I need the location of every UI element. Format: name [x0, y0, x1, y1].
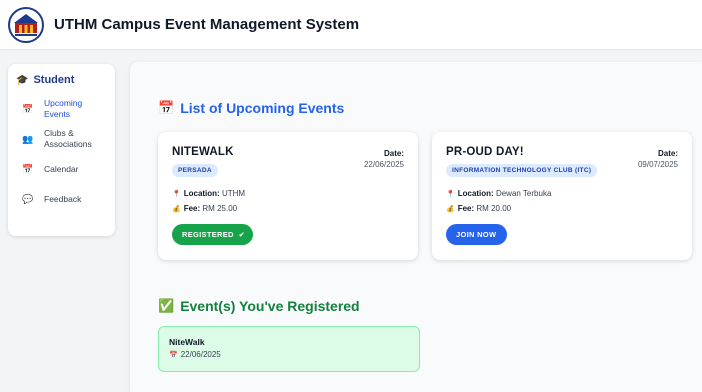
- sidebar: 🎓 Student 📅 Upcoming Events 👥 Clubs & As…: [8, 64, 115, 236]
- event-card: NITEWALK PERSADA Date: 22/06/2025 📍 Locat…: [158, 132, 418, 260]
- sidebar-item-calendar[interactable]: 📅 Calendar: [16, 154, 107, 184]
- date-label: Date:: [657, 149, 678, 158]
- fee-label: Fee:: [183, 204, 201, 213]
- date-value: 22/06/2025: [363, 160, 404, 169]
- registered-event-name: NiteWalk: [169, 337, 205, 347]
- people-icon: 👥: [22, 133, 34, 144]
- event-card: PR-OUD DAY! INFORMATION TECHNOLOGY CLUB …: [432, 132, 692, 260]
- date-value: 09/07/2025: [637, 160, 678, 169]
- sidebar-heading-label: Student: [33, 74, 75, 86]
- date-label: Date:: [383, 149, 404, 158]
- upcoming-events-title-text: List of Upcoming Events: [180, 100, 345, 116]
- registered-button[interactable]: REGISTERED ✔: [172, 224, 253, 245]
- registered-event-card[interactable]: NiteWalk 📅 22/06/2025: [158, 326, 420, 372]
- sidebar-item-feedback[interactable]: 💬 Feedback: [16, 184, 107, 214]
- join-now-button[interactable]: JOIN NOW: [446, 224, 507, 245]
- location-value: UTHM: [221, 189, 246, 198]
- sidebar-item-upcoming-events[interactable]: 📅 Upcoming Events: [16, 94, 107, 124]
- main-content: 📅 List of Upcoming Events NITEWALK PERSA…: [130, 62, 702, 392]
- registered-event-date-value: 22/06/2025: [180, 350, 221, 359]
- calendar-icon: 📅: [22, 103, 34, 114]
- money-bag-icon: 💰: [172, 206, 181, 213]
- registered-button-label: REGISTERED: [182, 230, 234, 239]
- uthm-logo[interactable]: [8, 6, 44, 43]
- location-pin-icon: 📍: [172, 191, 181, 198]
- sidebar-item-label: Feedback: [44, 193, 82, 204]
- check-box-icon: ✅: [158, 298, 175, 313]
- fee-value: RM 25.00: [202, 204, 238, 213]
- speech-bubble-icon: 💬: [22, 193, 34, 204]
- top-bar: UTHM Campus Event Management System: [0, 0, 702, 50]
- club-badge: INFORMATION TECHNOLOGY CLUB (ITC): [446, 164, 598, 177]
- event-meta: 📍 Location: UTHM 💰 Fee: RM 25.00: [172, 187, 404, 217]
- sidebar-item-label: Upcoming Events: [44, 98, 83, 119]
- registered-events-title: ✅ Event(s) You've Registered: [158, 298, 360, 314]
- join-now-button-label: JOIN NOW: [456, 230, 497, 239]
- location-value: Dewan Terbuka: [495, 189, 552, 198]
- registered-events-title-text: Event(s) You've Registered: [180, 298, 360, 314]
- checkmark-icon: ✔: [238, 231, 245, 239]
- location-label: Location:: [457, 189, 494, 198]
- sidebar-heading: 🎓 Student: [16, 74, 107, 86]
- money-bag-icon: 💰: [446, 206, 455, 213]
- calendar-icon: 📅: [158, 100, 175, 115]
- sidebar-item-label: Clubs & Associations: [44, 128, 92, 149]
- sidebar-item-label: Calendar: [44, 163, 79, 174]
- upcoming-events-title: 📅 List of Upcoming Events: [158, 100, 344, 116]
- registered-event-date: 📅 22/06/2025: [169, 350, 409, 359]
- fee-value: RM 20.00: [476, 204, 512, 213]
- event-date: Date: 22/06/2025: [364, 148, 404, 170]
- location-label: Location:: [183, 189, 220, 198]
- graduation-cap-icon: 🎓: [16, 74, 29, 86]
- event-meta: 📍 Location: Dewan Terbuka 💰 Fee: RM 20.00: [446, 187, 678, 217]
- calendar-icon: 📅: [22, 163, 34, 174]
- fee-label: Fee:: [457, 204, 475, 213]
- calendar-icon: 📅: [169, 352, 178, 359]
- event-date: Date: 09/07/2025: [638, 148, 678, 170]
- location-pin-icon: 📍: [446, 191, 455, 198]
- app-title: UTHM Campus Event Management System: [54, 16, 360, 33]
- club-badge: PERSADA: [172, 164, 218, 177]
- sidebar-item-clubs-associations[interactable]: 👥 Clubs & Associations: [16, 124, 107, 154]
